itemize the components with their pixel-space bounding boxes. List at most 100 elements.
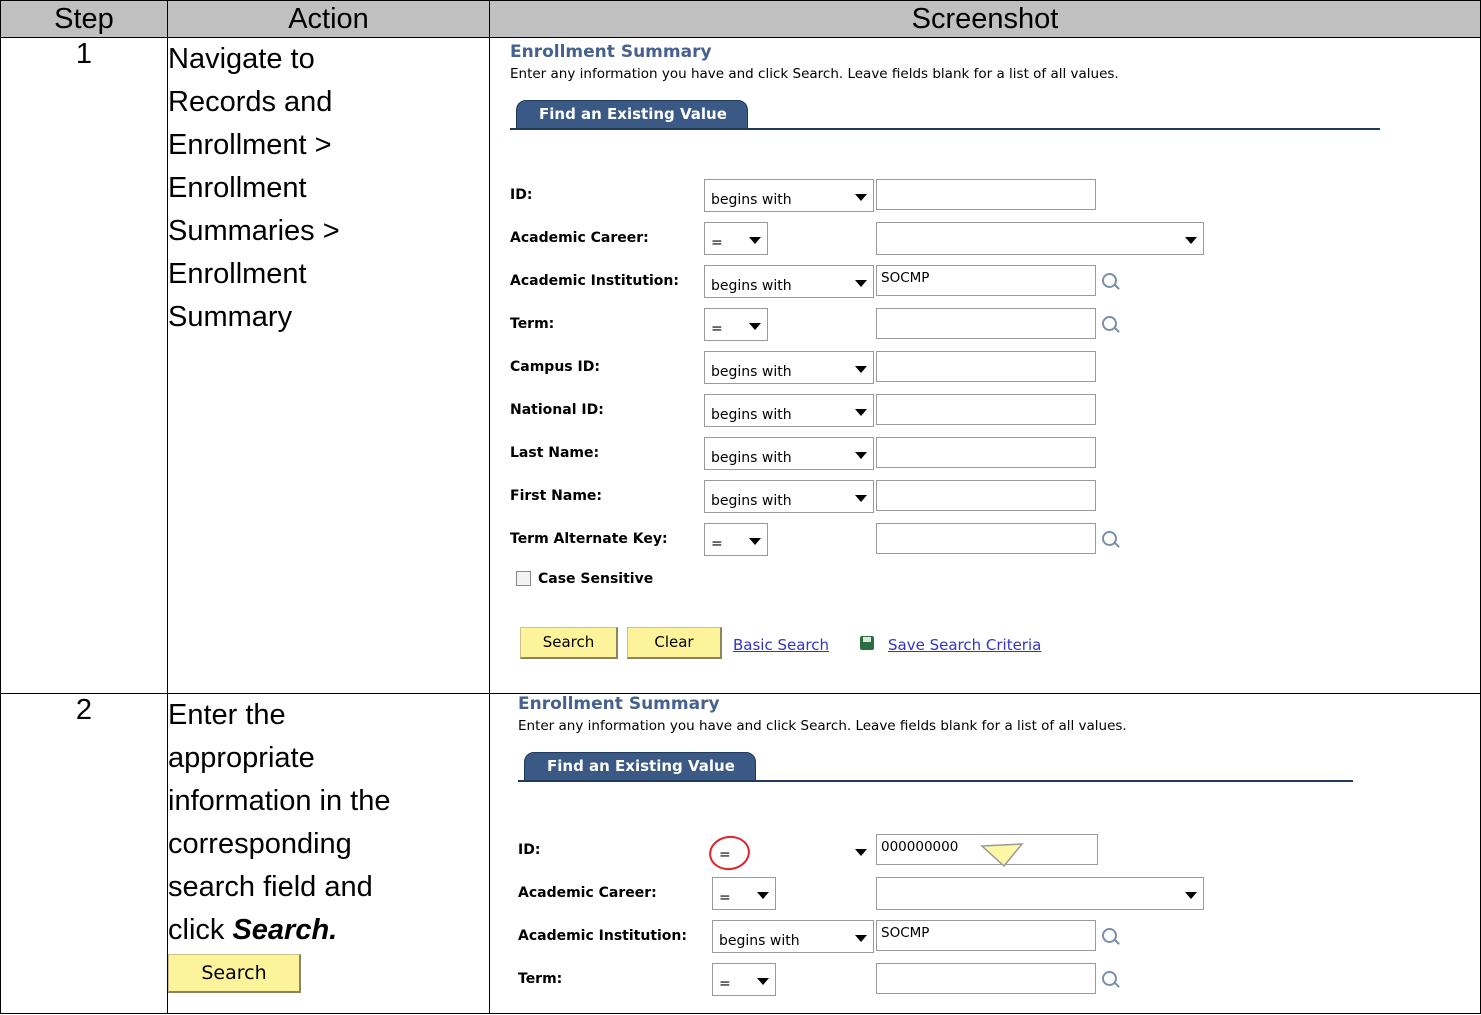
document: Step Action Screenshot 1 Navigate to Rec… <box>0 0 1481 1015</box>
field-label: First Name: <box>510 488 603 504</box>
chevron-down-icon <box>757 978 769 985</box>
action-line: corresponding <box>168 828 352 860</box>
operator-value: begins with <box>711 450 792 466</box>
action-line: appropriate <box>168 742 315 774</box>
field-label: Academic Career: <box>518 885 657 901</box>
operator-value: = <box>711 536 723 552</box>
id-input[interactable] <box>876 179 1096 210</box>
chevron-down-icon <box>749 538 761 545</box>
operator-select[interactable]: begins with <box>704 437 874 470</box>
operator-select[interactable]: begins with <box>712 920 874 953</box>
save-search-criteria-link[interactable]: Save Search Criteria <box>888 636 1041 654</box>
chevron-down-icon <box>855 409 867 416</box>
operator-value: = <box>719 890 731 906</box>
page-title: Enrollment Summary <box>510 42 712 62</box>
action-line: Enrollment <box>168 172 307 204</box>
header-step: Step <box>0 0 168 38</box>
operator-value: begins with <box>719 933 800 949</box>
action-line: search field and <box>168 871 373 903</box>
tab-find-existing[interactable]: Find an Existing Value <box>516 100 748 129</box>
operator-select[interactable]: begins with <box>704 179 874 212</box>
operator-select[interactable]: begins with <box>704 394 874 427</box>
action-line: click Search. <box>168 909 489 952</box>
first-name-input[interactable] <box>876 480 1096 511</box>
tab-find-existing[interactable]: Find an Existing Value <box>524 752 756 781</box>
field-label: Term: <box>510 316 555 332</box>
search-icon[interactable] <box>1102 928 1117 943</box>
save-icon <box>860 636 874 650</box>
field-label: Academic Career: <box>510 230 649 246</box>
step-number: 1 <box>0 37 168 694</box>
operator-value: = <box>711 321 723 337</box>
tab-bar: Find an Existing Value <box>518 752 1353 782</box>
field-label: Last Name: <box>510 445 600 461</box>
operator-value: begins with <box>711 278 792 294</box>
operator-select[interactable]: begins with <box>704 265 874 298</box>
operator-select[interactable]: = <box>704 222 768 255</box>
pointer-arrow-icon <box>980 843 1024 868</box>
step-action: Navigate to Records and Enrollment > Enr… <box>167 37 490 694</box>
field-row-first-name: First Name: begins with <box>510 480 1390 514</box>
field-label: Campus ID: <box>510 359 600 375</box>
case-sensitive-label: Case Sensitive <box>538 571 654 587</box>
field-label: Academic Institution: <box>518 928 687 944</box>
campus-id-input[interactable] <box>876 351 1096 382</box>
operator-value: begins with <box>711 364 792 380</box>
institution-input[interactable]: SOCMP <box>876 265 1096 296</box>
step-row-2: 2 Enter the appropriate information in t… <box>0 693 1481 1014</box>
last-name-input[interactable] <box>876 437 1096 468</box>
search-page: Enrollment Summary Enter any information… <box>510 42 1380 692</box>
search-button[interactable]: Search <box>168 954 301 993</box>
search-icon[interactable] <box>1102 531 1117 546</box>
operator-select[interactable]: begins with <box>704 480 874 513</box>
search-button[interactable]: Search <box>520 627 618 659</box>
action-click-text: click <box>168 914 233 946</box>
search-icon[interactable] <box>1102 316 1117 331</box>
input-value: SOCMP <box>881 925 930 941</box>
step-number: 2 <box>0 693 168 1014</box>
input-value: SOCMP <box>881 270 930 286</box>
field-row-term: Term: = <box>518 963 1398 997</box>
field-row-institution: Academic Institution: begins with SOCMP <box>510 265 1390 299</box>
steps-table: Step Action Screenshot 1 Navigate to Rec… <box>0 0 1481 1014</box>
term-input[interactable] <box>876 963 1096 994</box>
action-line: information in the <box>168 785 391 817</box>
input-value: 000000000 <box>881 839 959 855</box>
chevron-down-icon <box>855 935 867 942</box>
search-icon[interactable] <box>1102 273 1117 288</box>
field-label: ID: <box>518 842 541 858</box>
tab-underline <box>510 128 1380 130</box>
operator-select[interactable]: = <box>704 308 768 341</box>
institution-input[interactable]: SOCMP <box>876 920 1096 951</box>
header-row: Step Action Screenshot <box>0 0 1481 38</box>
operator-select[interactable]: begins with <box>704 351 874 384</box>
field-label: Academic Institution: <box>510 273 679 289</box>
field-label: National ID: <box>510 402 604 418</box>
chevron-down-icon <box>749 323 761 330</box>
career-select[interactable] <box>876 877 1204 910</box>
chevron-down-icon <box>1185 892 1197 899</box>
operator-select[interactable]: = <box>712 963 776 996</box>
field-row-id: ID: = 000000000 <box>518 833 1398 873</box>
field-row-campus-id: Campus ID: begins with <box>510 351 1390 385</box>
operator-value: begins with <box>711 493 792 509</box>
search-button-illustration: Search <box>168 952 489 998</box>
field-row-last-name: Last Name: begins with <box>510 437 1390 471</box>
career-select[interactable] <box>876 222 1204 255</box>
national-id-input[interactable] <box>876 394 1096 425</box>
basic-search-link[interactable]: Basic Search <box>733 636 829 654</box>
term-input[interactable] <box>876 308 1096 339</box>
action-line: Summaries > <box>168 215 340 247</box>
term-alt-key-input[interactable] <box>876 523 1096 554</box>
tab-underline <box>518 780 1353 782</box>
field-label: Term: <box>518 971 563 987</box>
field-row-institution: Academic Institution: begins with SOCMP <box>518 920 1398 954</box>
case-sensitive-checkbox[interactable] <box>516 571 531 586</box>
operator-select[interactable]: = <box>704 523 768 556</box>
operator-select[interactable]: = <box>712 877 776 910</box>
search-icon[interactable] <box>1102 971 1117 986</box>
action-line: Enter the <box>168 699 286 731</box>
field-label: Term Alternate Key: <box>510 531 668 547</box>
clear-button[interactable]: Clear <box>627 627 722 659</box>
page-title: Enrollment Summary <box>518 694 720 715</box>
